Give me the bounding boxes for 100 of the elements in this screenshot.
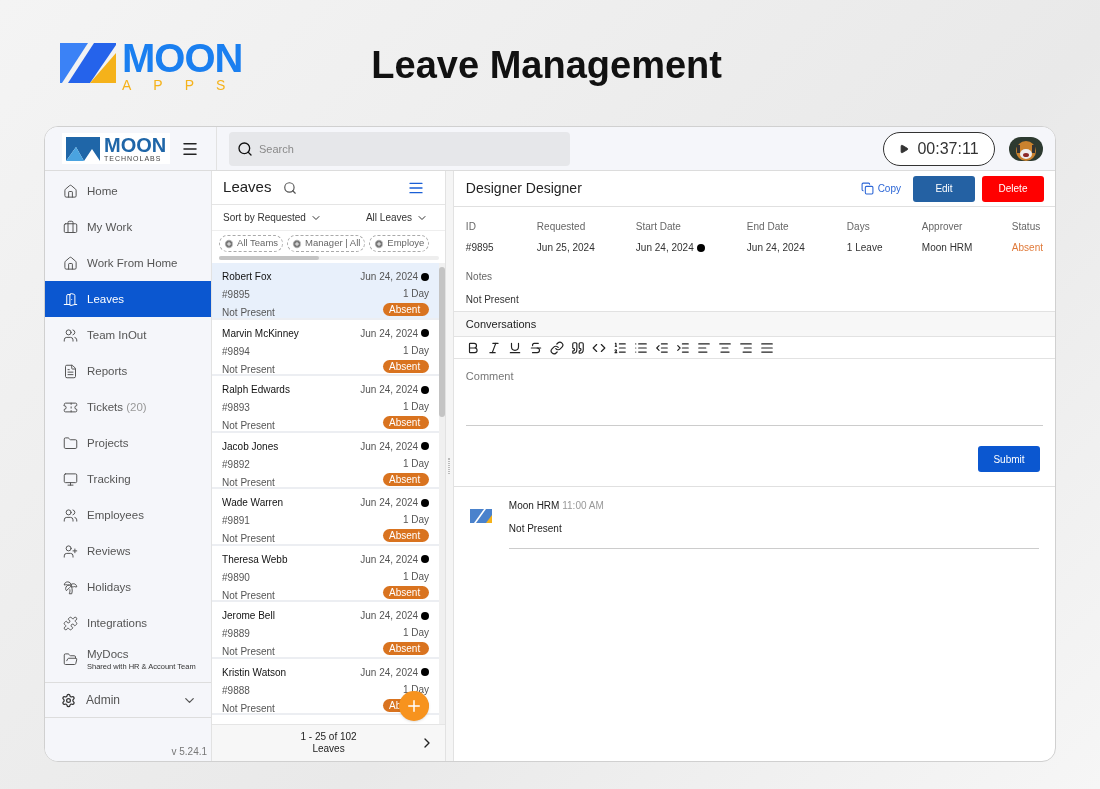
- folder-icon: [63, 651, 78, 667]
- leave-days: 1 Day: [402, 455, 430, 471]
- field-value: Jun 24, 2024: [635, 241, 694, 255]
- align-center-icon[interactable]: [717, 340, 732, 355]
- brand-subtitle: APPS: [122, 78, 248, 92]
- align-right-icon[interactable]: [738, 340, 753, 355]
- leave-id: #9891: [222, 514, 251, 528]
- search-icon: [237, 140, 253, 157]
- sidebar-item[interactable]: My Work: [45, 209, 212, 245]
- pagination-range: 1 - 25 of 102: [300, 730, 357, 743]
- admin-menu[interactable]: Admin: [45, 682, 212, 718]
- timer-button[interactable]: 00:37:11: [883, 131, 995, 166]
- copy-button[interactable]: Copy: [860, 181, 901, 196]
- field-value: Jun 25, 2024: [536, 241, 595, 255]
- status-badge: Absent: [383, 585, 430, 599]
- leave-note: Not Present: [222, 306, 275, 320]
- employee-name: Marvin McKinney: [222, 326, 299, 341]
- pagination-unit: Leaves: [312, 743, 345, 756]
- underline-icon[interactable]: [507, 340, 522, 355]
- leave-note: Not Present: [222, 532, 276, 546]
- strikethrough-icon[interactable]: [528, 340, 543, 355]
- house-icon: [63, 255, 78, 271]
- sidebar-item[interactable]: Tracking: [45, 461, 212, 497]
- field-value: Absent: [1011, 241, 1043, 255]
- comment-field[interactable]: Comment: [465, 368, 1043, 426]
- field-value: Jun 24, 2024: [746, 241, 805, 255]
- field-value: Moon HRM: [921, 241, 973, 255]
- page-title: Leave Management: [371, 42, 722, 88]
- align-left-icon[interactable]: [696, 340, 711, 355]
- leave-note: Not Present: [222, 362, 276, 377]
- delete-button[interactable]: Delete: [982, 175, 1044, 202]
- leave-id: #9894: [222, 344, 251, 359]
- leave-note: Not Present: [222, 475, 276, 490]
- puzzle-icon: [63, 615, 78, 631]
- sidebar-item[interactable]: Team InOut: [45, 317, 212, 353]
- leave-id: #9892: [222, 457, 251, 472]
- status-badge: Absent: [383, 642, 430, 655]
- logo-name: MOON: [104, 135, 167, 155]
- notes-text: Not Present: [465, 293, 520, 307]
- sidebar-item[interactable]: Holidays: [45, 569, 212, 605]
- leave-date: Jun 24, 2024: [360, 552, 419, 567]
- field-label: Approver: [921, 220, 964, 234]
- leave-days: 1 Day: [402, 399, 430, 414]
- plus-circle-icon: [374, 238, 385, 249]
- employee-name: Kristin Watson: [222, 665, 287, 680]
- message-time: 11:00 AM: [562, 500, 604, 511]
- link-icon[interactable]: [549, 340, 564, 355]
- field-label: Requested: [536, 220, 587, 234]
- employee-name: Ralph Edwards: [222, 383, 290, 397]
- sidebar-item[interactable]: Tickets (20): [45, 389, 212, 425]
- search-field[interactable]: Search: [229, 131, 570, 166]
- status-badge: Absent: [383, 529, 430, 542]
- numbered-list-icon[interactable]: [612, 340, 627, 355]
- edit-button[interactable]: Edit: [913, 175, 975, 202]
- document-icon: [63, 363, 78, 379]
- employee-name: Jacob Jones: [222, 439, 279, 454]
- palm-tree-icon: [63, 579, 78, 595]
- folder-icon: [63, 435, 78, 451]
- sidebar-item[interactable]: Employees: [45, 497, 212, 533]
- sidebar-item[interactable]: Leaves: [45, 281, 212, 317]
- ticket-count: (20): [125, 400, 147, 413]
- sidebar-item[interactable]: Reviews: [45, 533, 212, 569]
- field-value: #9895: [465, 241, 494, 255]
- sidebar-item[interactable]: Reports: [45, 353, 212, 389]
- field-label: Start Date: [635, 220, 682, 234]
- plus-circle-icon: [292, 238, 303, 249]
- message-text: Not Present: [508, 522, 563, 536]
- align-justify-icon[interactable]: [759, 340, 774, 355]
- leave-id: #9888: [222, 683, 251, 698]
- leave-date: Jun 24, 2024: [360, 326, 419, 341]
- copy-icon: [860, 182, 874, 195]
- italic-icon[interactable]: [486, 340, 501, 355]
- sidebar-item[interactable]: Home: [45, 173, 212, 209]
- team-icon: [63, 327, 78, 343]
- sidebar-item[interactable]: Work From Home: [45, 245, 212, 281]
- indent-icon[interactable]: [675, 340, 690, 355]
- brand-name: MOON: [122, 38, 244, 78]
- quote-icon[interactable]: [570, 340, 585, 355]
- status-badge: Absent: [383, 416, 430, 429]
- filter-dropdown[interactable]: All Leaves: [365, 210, 429, 225]
- leave-days: 1 Day: [402, 568, 430, 584]
- employee-name: Jerome Bell: [222, 609, 275, 623]
- submit-button[interactable]: Submit: [978, 446, 1040, 472]
- sidebar-item[interactable]: Integrations: [45, 605, 212, 641]
- leave-id: #9893: [222, 401, 251, 415]
- leave-date: Jun 24, 2024: [360, 439, 419, 454]
- search-icon[interactable]: [283, 180, 298, 195]
- leave-date: Jun 24, 2024: [360, 496, 419, 510]
- outdent-icon[interactable]: [654, 340, 669, 355]
- company-logo-icon: [66, 136, 100, 161]
- status-badge: Absent: [383, 359, 430, 373]
- bullet-list-icon[interactable]: [633, 340, 648, 355]
- sidebar-item[interactable]: Projects: [45, 425, 212, 461]
- field-label: Days: [846, 220, 871, 234]
- leave-days: 1 Day: [402, 342, 430, 358]
- leave-list-item[interactable]: Robert Fox #9895 Not Present Jun 24, 2024 1 Day Absent: [212, 263, 440, 320]
- version-label: v 5.24.1: [171, 745, 208, 759]
- sort-dropdown[interactable]: Sort by Requested: [223, 210, 322, 225]
- leave-id: #9895: [222, 288, 251, 302]
- leave-date: Jun 24, 2024: [360, 665, 419, 680]
